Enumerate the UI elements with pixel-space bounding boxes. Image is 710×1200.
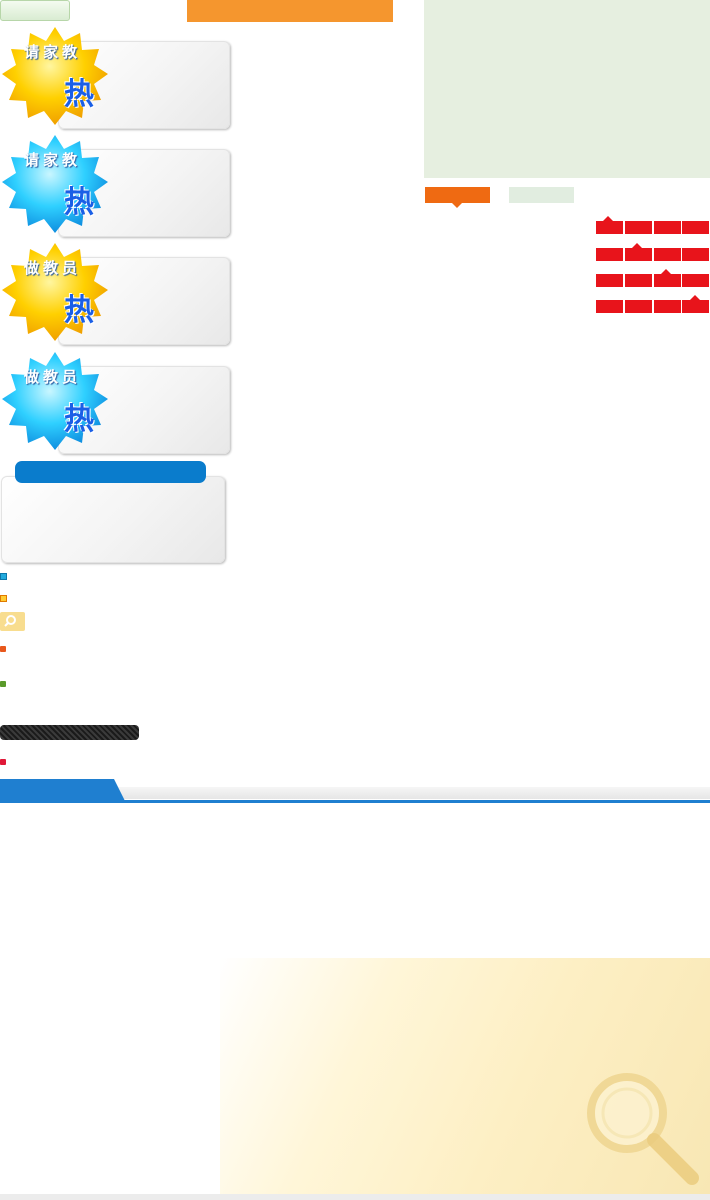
top-orange-bar: [187, 0, 393, 22]
red-grid-cell[interactable]: [596, 274, 623, 287]
chevron-right-icon: [0, 681, 6, 687]
red-grid-cell[interactable]: [682, 221, 709, 234]
badge-label: 做教员: [24, 368, 82, 386]
badge-label: 请家教: [24, 151, 82, 169]
chevron-right-icon: [0, 759, 6, 765]
tab-active-arrow-icon: [452, 203, 462, 208]
red-grid-cell[interactable]: [625, 274, 652, 287]
badge-be-tutor[interactable]: 做教员 热: [0, 243, 110, 347]
footer-line: [0, 1194, 710, 1200]
badge-hire-tutor[interactable]: 请家教 热: [0, 135, 110, 239]
badge-hot-label: 热: [64, 402, 94, 437]
top-pill-button[interactable]: [0, 0, 70, 21]
tab-active[interactable]: [425, 187, 490, 203]
red-grid-cell[interactable]: [654, 221, 681, 234]
nav-underline: [0, 800, 710, 803]
red-notch-icon: [603, 216, 613, 221]
search-button[interactable]: [0, 612, 25, 631]
nav-tab-active[interactable]: [0, 779, 114, 801]
info-card-header-bar: [15, 461, 206, 483]
badge-hot-label: 热: [64, 185, 94, 220]
badge-be-tutor[interactable]: 做教员 热: [0, 352, 110, 456]
nav-tab-slant: [114, 779, 125, 801]
red-grid-cell[interactable]: [682, 300, 709, 313]
red-notch-icon: [661, 269, 671, 274]
red-grid-cell[interactable]: [625, 300, 652, 313]
red-grid-cell[interactable]: [682, 274, 709, 287]
red-grid-cell[interactable]: [596, 248, 623, 261]
info-card: [1, 476, 225, 563]
right-content-panel: [424, 0, 710, 178]
red-grid-cell[interactable]: [596, 300, 623, 313]
magnifier-icon: [587, 1073, 699, 1185]
red-grid-cell[interactable]: [654, 300, 681, 313]
red-grid-cell[interactable]: [654, 248, 681, 261]
badge-hot-label: 热: [64, 293, 94, 328]
red-grid-cell[interactable]: [654, 274, 681, 287]
red-grid-cell[interactable]: [682, 248, 709, 261]
striped-banner: [0, 725, 139, 740]
badge-hot-label: 热: [64, 77, 94, 112]
chevron-right-icon: [0, 646, 6, 652]
badge-hire-tutor[interactable]: 请家教 热: [0, 27, 110, 131]
red-notch-icon: [632, 243, 642, 248]
bullet-square-icon: [0, 573, 7, 580]
bullet-square-icon: [0, 595, 7, 602]
red-notch-icon: [690, 295, 700, 300]
red-grid-cell[interactable]: [625, 248, 652, 261]
search-icon: [4, 615, 16, 627]
red-grid-cell[interactable]: [596, 221, 623, 234]
badge-label: 请家教: [24, 43, 82, 61]
badge-label: 做教员: [24, 259, 82, 277]
tab-inactive[interactable]: [509, 187, 574, 203]
red-grid-cell[interactable]: [625, 221, 652, 234]
